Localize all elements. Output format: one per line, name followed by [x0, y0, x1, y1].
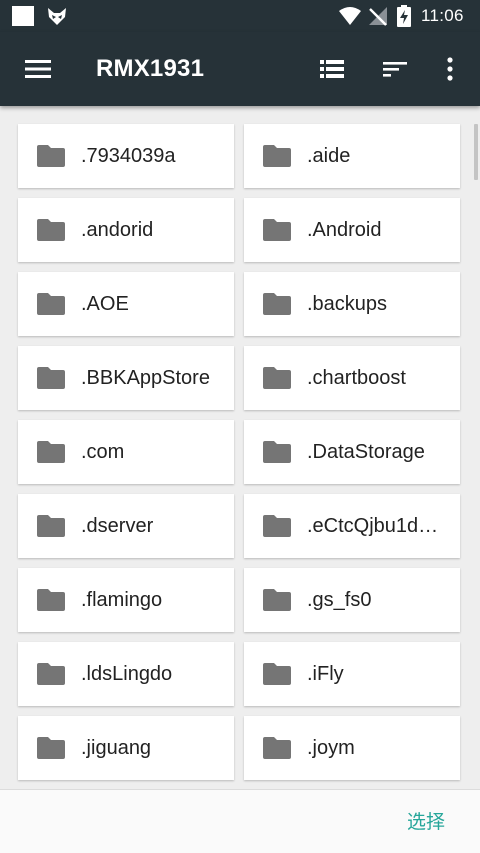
folder-item[interactable]: .ldsLingdo — [18, 642, 234, 706]
folder-item[interactable]: .Android — [244, 198, 460, 262]
folder-item[interactable]: .AOE — [18, 272, 234, 336]
folder-icon — [263, 663, 291, 685]
folder-item[interactable]: .7934039a — [18, 124, 234, 188]
folder-icon — [263, 589, 291, 611]
folder-icon — [37, 515, 65, 537]
folder-item[interactable]: .chartboost — [244, 346, 460, 410]
status-bar: 11:06 — [0, 0, 480, 32]
folder-icon — [263, 515, 291, 537]
folder-item[interactable]: .joym — [244, 716, 460, 780]
folder-item[interactable]: .BBKAppStore — [18, 346, 234, 410]
folder-icon — [263, 293, 291, 315]
folder-name: .andorid — [81, 219, 154, 241]
folder-icon — [37, 589, 65, 611]
folder-icon — [37, 145, 65, 167]
folder-name: .AOE — [81, 293, 129, 315]
folder-name: .jiguang — [81, 737, 152, 759]
menu-icon[interactable] — [20, 54, 56, 84]
select-button[interactable]: 选择 — [388, 800, 464, 844]
folder-icon — [263, 367, 291, 389]
more-vert-icon[interactable] — [440, 54, 460, 84]
folder-name: .dserver — [81, 515, 154, 537]
folder-name: .backups — [307, 293, 388, 315]
folder-name: .chartboost — [307, 367, 406, 389]
folder-item[interactable]: .backups — [244, 272, 460, 336]
folder-name: .7934039a — [81, 145, 176, 167]
toolbar-title: RMX1931 — [96, 55, 205, 82]
folder-name: .flamingo — [81, 589, 163, 611]
fox-icon — [48, 8, 66, 25]
sort-icon[interactable] — [380, 55, 410, 83]
folder-item[interactable]: .com — [18, 420, 234, 484]
folder-item[interactable]: .flamingo — [18, 568, 234, 632]
bottom-action-bar: 选择 — [0, 789, 480, 853]
folder-name: .eCtcQjbu1d… — [307, 515, 439, 537]
folder-name: .gs_fs0 — [307, 589, 372, 611]
folder-item[interactable]: .gs_fs0 — [244, 568, 460, 632]
no-signal-icon — [369, 7, 387, 26]
file-picker-screen: 11:06 RMX1931 .7934039a .aide .andorid .… — [0, 0, 480, 853]
folder-name: .aide — [307, 145, 351, 167]
folder-name: .Android — [307, 219, 382, 241]
folder-name: .joym — [307, 737, 355, 759]
folder-icon — [37, 663, 65, 685]
folder-name: .DataStorage — [307, 441, 425, 463]
folder-icon — [263, 145, 291, 167]
folder-icon — [37, 367, 65, 389]
folder-list-area[interactable]: .7934039a .aide .andorid .Android .AOE .… — [0, 106, 480, 789]
folder-grid: .7934039a .aide .andorid .Android .AOE .… — [18, 124, 464, 780]
folder-item[interactable]: .iFly — [244, 642, 460, 706]
wifi-icon — [339, 7, 361, 25]
folder-name: .BBKAppStore — [81, 367, 210, 389]
folder-icon — [37, 293, 65, 315]
folder-item[interactable]: .dserver — [18, 494, 234, 558]
folder-name: .iFly — [307, 663, 344, 685]
notification-square-icon — [12, 6, 34, 26]
folder-item[interactable]: .aide — [244, 124, 460, 188]
folder-icon — [263, 219, 291, 241]
list-view-icon[interactable] — [317, 55, 347, 83]
folder-icon — [263, 441, 291, 463]
app-toolbar: RMX1931 — [0, 32, 480, 106]
folder-name: .ldsLingdo — [81, 663, 173, 685]
battery-charging-icon — [397, 5, 411, 27]
folder-icon — [37, 441, 65, 463]
folder-icon — [37, 219, 65, 241]
scrollbar[interactable] — [474, 124, 478, 180]
folder-item[interactable]: .andorid — [18, 198, 234, 262]
folder-item[interactable]: .DataStorage — [244, 420, 460, 484]
folder-item[interactable]: .eCtcQjbu1d… — [244, 494, 460, 558]
folder-name: .com — [81, 441, 125, 463]
folder-icon — [37, 737, 65, 759]
status-time: 11:06 — [421, 6, 464, 25]
folder-icon — [263, 737, 291, 759]
folder-item[interactable]: .jiguang — [18, 716, 234, 780]
